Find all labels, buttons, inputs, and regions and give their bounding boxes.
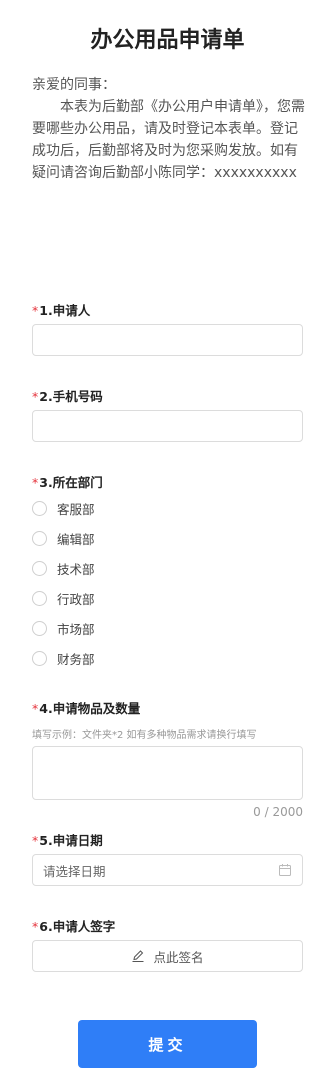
applicant-input[interactable] <box>32 324 303 356</box>
form-intro: 亲爱的同事： 本表为后勤部《办公用户申请单》，您需要哪些办公用品，请及时登记本表… <box>32 74 305 184</box>
question-6-label: *6.申请人签字 <box>32 916 115 935</box>
calendar-icon[interactable] <box>278 863 292 877</box>
radio-circle[interactable] <box>32 650 47 666</box>
question-1-text: 1.申请人 <box>39 303 91 318</box>
question-1-label: *1.申请人 <box>32 300 90 319</box>
required-mark: * <box>32 833 39 848</box>
radio-option-caiwu[interactable]: 财务部 <box>32 649 95 667</box>
radio-label: 技术部 <box>57 561 95 577</box>
radio-label: 市场部 <box>57 621 95 637</box>
radio-circle[interactable] <box>32 560 47 576</box>
pen-icon <box>131 949 145 963</box>
radio-circle[interactable] <box>32 620 47 636</box>
question-2-label: *2.手机号码 <box>32 386 103 405</box>
radio-circle[interactable] <box>32 530 47 546</box>
radio-option-jishu[interactable]: 技术部 <box>32 559 95 577</box>
radio-option-bianji[interactable]: 编辑部 <box>32 529 95 547</box>
required-mark: * <box>32 389 39 404</box>
phone-input[interactable] <box>32 410 303 442</box>
radio-label: 财务部 <box>57 651 95 667</box>
form-title: 办公用品申请单 <box>90 28 245 53</box>
question-4-hint: 填写示例：文件夹*2 如有多种物品需求请换行填写 <box>32 730 257 741</box>
question-2-text: 2.手机号码 <box>39 389 103 404</box>
signature-button-label: 点此签名 <box>153 949 204 965</box>
intro-body: 本表为后勤部《办公用户申请单》，您需要哪些办公用品，请及时登记本表单。登记成功后… <box>32 99 305 181</box>
submit-button[interactable]: 提交 <box>78 1020 257 1068</box>
question-6-text: 6.申请人签字 <box>39 919 116 934</box>
radio-option-shichang[interactable]: 市场部 <box>32 619 95 637</box>
required-mark: * <box>32 303 39 318</box>
date-picker[interactable]: 请选择日期 <box>32 854 303 886</box>
radio-circle[interactable] <box>32 590 47 606</box>
question-3-label: *3.所在部门 <box>32 472 103 491</box>
required-mark: * <box>32 919 39 934</box>
question-5-label: *5.申请日期 <box>32 830 103 849</box>
date-placeholder: 请选择日期 <box>43 863 106 879</box>
question-4-label: *4.申请物品及数量 <box>32 698 140 717</box>
question-5-text: 5.申请日期 <box>39 833 103 848</box>
radio-option-xingzheng[interactable]: 行政部 <box>32 589 95 607</box>
radio-option-kefu[interactable]: 客服部 <box>32 499 95 517</box>
radio-label: 行政部 <box>57 591 95 607</box>
char-counter: 0 / 2000 <box>253 805 303 819</box>
radio-circle[interactable] <box>32 500 47 516</box>
items-textarea[interactable] <box>32 746 303 800</box>
radio-label: 编辑部 <box>57 531 95 547</box>
signature-button[interactable]: 点此签名 <box>32 940 303 972</box>
radio-label: 客服部 <box>57 501 95 517</box>
intro-greeting: 亲爱的同事： <box>32 77 116 93</box>
question-4-text: 4.申请物品及数量 <box>39 701 141 716</box>
required-mark: * <box>32 475 39 490</box>
required-mark: * <box>32 701 39 716</box>
question-3-text: 3.所在部门 <box>39 475 103 490</box>
